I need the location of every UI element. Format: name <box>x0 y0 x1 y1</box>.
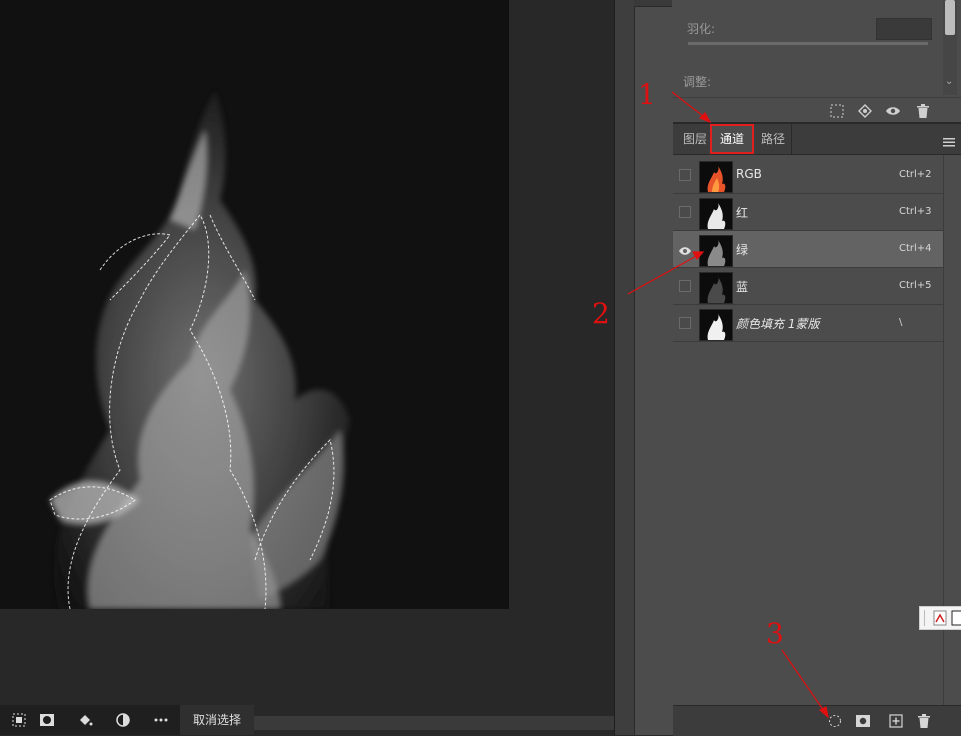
mask-icon[interactable] <box>855 713 871 729</box>
adjust-label: 调整: <box>683 75 712 89</box>
properties-panel: 羽化: 调整: ⌄ <box>673 0 961 122</box>
dashed-selection-icon[interactable] <box>827 713 843 729</box>
dock-divider[interactable] <box>614 0 635 735</box>
channel-row-blue[interactable]: 蓝 Ctrl+5 <box>673 268 943 305</box>
contextual-task-bar: 取消选择 <box>0 705 254 735</box>
channel-name: 红 <box>736 206 749 220</box>
channel-row-rgb[interactable]: RGB Ctrl+2 <box>673 157 943 194</box>
load-selection-icon[interactable] <box>828 102 846 120</box>
visibility-toggle[interactable] <box>679 206 691 218</box>
new-channel-icon[interactable] <box>888 713 904 729</box>
channel-shortcut: Ctrl+3 <box>899 206 932 217</box>
canvas-image[interactable] <box>0 0 509 609</box>
properties-footer <box>673 97 961 123</box>
panel-tab-bar: 图层 通道 路径 <box>673 123 961 155</box>
fill-bucket-icon[interactable] <box>66 705 104 735</box>
trash-icon[interactable] <box>916 713 932 729</box>
horizontal-scrollbar[interactable] <box>254 716 630 730</box>
channel-row-green[interactable]: 绿 Ctrl+4 <box>673 231 943 268</box>
visibility-toggle[interactable] <box>679 169 691 181</box>
tab-channels[interactable]: 通道 <box>710 124 755 154</box>
properties-scrollbar[interactable] <box>945 0 955 35</box>
channel-thumbnail <box>699 198 733 230</box>
channel-name: RGB <box>736 167 762 181</box>
feather-slider[interactable] <box>688 42 928 45</box>
visibility-toggle[interactable] <box>679 280 691 292</box>
channel-thumbnail <box>699 272 733 304</box>
feather-label: 羽化: <box>687 22 716 36</box>
adjustment-icon[interactable] <box>104 705 142 735</box>
channel-name: 蓝 <box>736 280 749 294</box>
channel-row-mask[interactable]: 颜色填充 1蒙版 \ <box>673 305 943 342</box>
menu-icon[interactable] <box>943 133 955 147</box>
visibility-toggle[interactable] <box>679 317 691 329</box>
channel-thumbnail <box>699 161 733 193</box>
eye-icon[interactable] <box>678 242 692 255</box>
tab-paths[interactable]: 路径 <box>755 124 791 154</box>
flame-artwork <box>0 0 509 609</box>
channel-row-red[interactable]: 红 Ctrl+3 <box>673 194 943 231</box>
channel-thumbnail <box>699 235 733 267</box>
channel-shortcut: Ctrl+2 <box>899 169 932 180</box>
scroll-down-icon[interactable]: ⌄ <box>945 76 953 87</box>
annotation-label-2: 2 <box>592 297 610 330</box>
tab-divider <box>791 124 792 154</box>
channel-name: 颜色填充 1蒙版 <box>736 317 820 331</box>
channel-shortcut: Ctrl+4 <box>899 243 932 254</box>
eye-icon[interactable] <box>884 102 902 120</box>
more-icon[interactable] <box>142 705 180 735</box>
trash-icon[interactable] <box>914 102 932 120</box>
channel-shortcut: Ctrl+5 <box>899 280 932 291</box>
channel-shortcut: \ <box>899 317 903 328</box>
mask-icon[interactable] <box>28 705 66 735</box>
annotation-label-3: 3 <box>766 617 784 650</box>
channel-name: 绿 <box>736 243 749 257</box>
channel-thumbnail <box>699 309 733 341</box>
channels-footer <box>673 705 961 736</box>
document-icon <box>924 610 961 626</box>
view-previous-state-icon[interactable] <box>856 102 874 120</box>
tab-layers[interactable]: 图层 <box>677 124 713 154</box>
channels-list: RGB Ctrl+2 红 Ctrl+3 绿 Ctrl+4 蓝 Ctrl+5 颜色… <box>673 155 943 705</box>
deselect-button[interactable]: 取消选择 <box>180 705 254 735</box>
dock-header <box>634 0 672 7</box>
annotation-label-1: 1 <box>638 78 656 111</box>
feather-input[interactable] <box>876 18 932 40</box>
floating-popup[interactable] <box>919 606 961 630</box>
